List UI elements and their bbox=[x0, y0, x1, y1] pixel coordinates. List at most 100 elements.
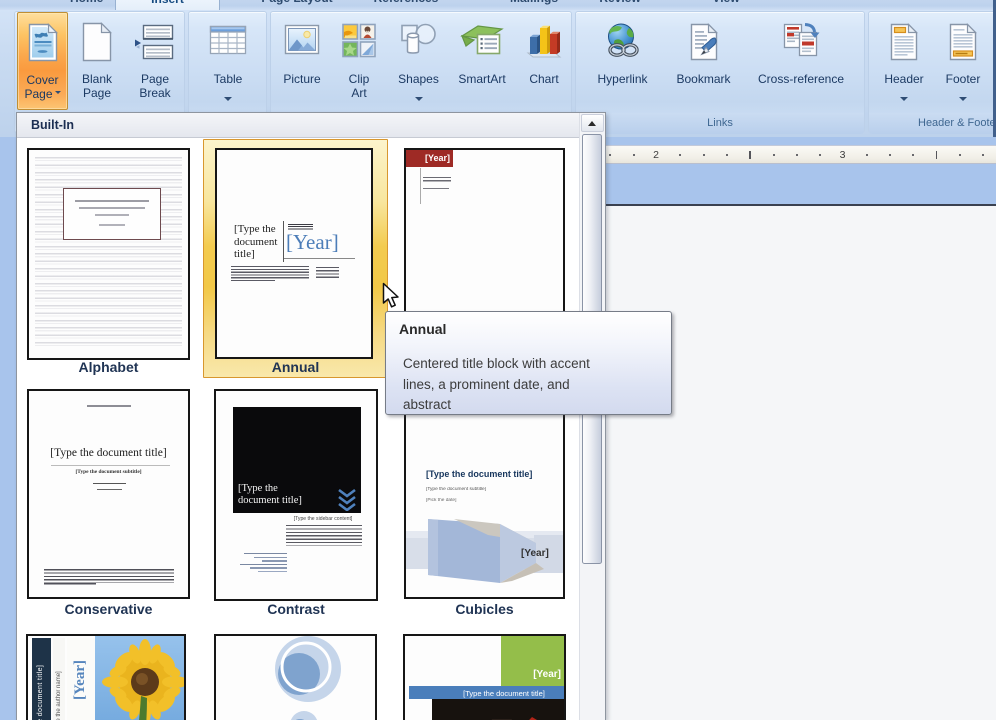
mod-circles bbox=[275, 636, 341, 720]
tab-home[interactable]: Home bbox=[57, 0, 109, 10]
mod-thumbnail bbox=[214, 634, 377, 720]
ruler-number-2: 2 bbox=[653, 148, 659, 161]
conservative-label: Conservative bbox=[64, 601, 153, 617]
cubicles-thumbnail: [Type the document title] [Type the docu… bbox=[404, 389, 565, 599]
ruler-eighth-dot bbox=[679, 154, 682, 156]
header-icon bbox=[886, 22, 922, 67]
footer-icon bbox=[945, 22, 981, 67]
clip-art-button[interactable]: Clip Art bbox=[334, 12, 384, 110]
tab-page-layout-label: Page Layout bbox=[261, 0, 332, 5]
tab-view-label: View bbox=[712, 0, 739, 5]
exposure-photo bbox=[95, 636, 184, 720]
cross-reference-button[interactable]: Cross-reference bbox=[747, 12, 855, 110]
motion-photo bbox=[432, 699, 564, 720]
ruler-eighth-dot bbox=[632, 154, 635, 156]
alphabet-label: Alphabet bbox=[78, 359, 139, 375]
contrast-chevrons bbox=[338, 488, 356, 511]
gallery-scrollbar[interactable] bbox=[579, 113, 605, 720]
table-dropdown-arrow-icon bbox=[224, 97, 232, 105]
blank-page-label: Blank Page bbox=[81, 72, 113, 100]
smartart-button[interactable]: SmartArt bbox=[451, 12, 513, 110]
page-break-button[interactable]: Page Break bbox=[126, 12, 184, 110]
bookmark-icon bbox=[685, 22, 723, 67]
tooltip-line-3: abstract bbox=[403, 397, 452, 412]
table-label: Table bbox=[213, 72, 243, 86]
scroll-up-arrow-icon bbox=[588, 121, 596, 126]
ruler-half-inch-tick bbox=[749, 151, 751, 159]
clip-art-icon bbox=[340, 22, 378, 65]
contrast-label: Contrast bbox=[267, 601, 325, 617]
ruler-eighth-dot bbox=[912, 154, 915, 156]
picture-button[interactable]: Picture bbox=[277, 12, 327, 110]
shapes-icon bbox=[399, 22, 439, 65]
ribbon-tab-strip: Home Insert Page Layout References Maili… bbox=[0, 0, 996, 10]
ruler-eighth-dot bbox=[772, 154, 775, 156]
hyperlink-label: Hyperlink bbox=[597, 72, 648, 86]
ruler-eighth-dot bbox=[609, 154, 612, 156]
ruler-number-3: 3 bbox=[839, 148, 846, 161]
cover-page-button[interactable]: Cover Page bbox=[17, 12, 68, 110]
chart-button[interactable]: Chart bbox=[518, 12, 570, 110]
ruler-eighth-dot bbox=[702, 154, 705, 156]
clip-art-label: Clip Art bbox=[348, 72, 370, 100]
picture-label: Picture bbox=[283, 72, 321, 86]
gallery-scroll-up-button[interactable] bbox=[581, 114, 604, 132]
page-break-label: Page Break bbox=[139, 72, 171, 100]
cross-reference-label: Cross-reference bbox=[757, 72, 845, 86]
ruler-eighth-dot bbox=[889, 154, 892, 156]
tab-references-label: References bbox=[374, 0, 439, 5]
table-button[interactable]: Table bbox=[196, 12, 260, 110]
blank-page-icon bbox=[80, 22, 114, 67]
ruler-half-inch-tick bbox=[935, 151, 938, 159]
tab-insert[interactable]: Insert bbox=[115, 0, 220, 10]
shapes-button[interactable]: Shapes bbox=[391, 12, 446, 110]
tab-review-label: Review bbox=[599, 0, 640, 5]
conservative-thumbnail: [Type the document title] [Type the docu… bbox=[27, 389, 190, 599]
footer-button[interactable]: Footer bbox=[936, 12, 990, 110]
footer-dropdown-arrow-icon bbox=[959, 97, 967, 105]
tab-review[interactable]: Review bbox=[584, 0, 656, 10]
ruler-eighth-dot bbox=[725, 154, 728, 156]
bookmark-button[interactable]: Bookmark bbox=[666, 12, 741, 110]
header-label: Header bbox=[884, 72, 924, 86]
table-icon bbox=[208, 22, 248, 65]
hyperlink-icon bbox=[602, 22, 644, 67]
cubicles-label: Cubicles bbox=[455, 601, 514, 617]
mouse-cursor bbox=[382, 282, 399, 308]
header-dropdown-arrow-icon bbox=[900, 97, 908, 105]
shapes-dropdown-arrow-icon bbox=[414, 97, 423, 105]
cover-page-icon bbox=[25, 23, 61, 68]
tab-mailings-label: Mailings bbox=[510, 0, 558, 5]
alphabet-thumbnail bbox=[27, 148, 190, 360]
annual-label: Annual bbox=[271, 359, 320, 375]
tab-page-layout[interactable]: Page Layout bbox=[241, 0, 353, 10]
smartart-icon bbox=[460, 22, 504, 65]
cross-reference-icon bbox=[779, 22, 823, 67]
smartart-label: SmartArt bbox=[458, 72, 506, 86]
cover-page-gallery-dropdown: Built-In Alphabet [Type the document tit… bbox=[16, 112, 606, 720]
ruler-eighth-dot bbox=[819, 154, 822, 156]
ruler-eighth-dot bbox=[865, 154, 868, 156]
annual-supertooltip: Annual Centered title block with accent … bbox=[385, 311, 672, 415]
cover-page-dropdown-arrow-icon bbox=[54, 91, 61, 97]
tab-home-label: Home bbox=[70, 0, 103, 5]
motion-thumbnail: [Year] [Type the document title] bbox=[403, 634, 566, 720]
tab-mailings[interactable]: Mailings bbox=[493, 0, 575, 10]
chart-label: Chart bbox=[529, 72, 559, 86]
hyperlink-button[interactable]: Hyperlink bbox=[585, 12, 660, 110]
tab-references[interactable]: References bbox=[356, 0, 456, 10]
ruler-eighth-dot bbox=[795, 154, 798, 156]
header-button[interactable]: Header bbox=[875, 12, 933, 110]
tooltip-line-1: Centered title block with accent bbox=[403, 356, 590, 371]
header-footer-group-caption: Header & Footer bbox=[869, 113, 996, 134]
footer-label: Footer bbox=[945, 72, 981, 86]
ruler-eighth-dot bbox=[959, 154, 962, 156]
bookmark-label: Bookmark bbox=[676, 72, 731, 86]
exposure-thumbnail: [Type the document title] [Type the auth… bbox=[26, 634, 186, 720]
blank-page-button[interactable]: Blank Page bbox=[72, 12, 122, 110]
cover-page-label: Cover Page bbox=[18, 73, 67, 101]
word-application-window: Home Insert Page Layout References Maili… bbox=[0, 0, 996, 720]
shapes-label: Shapes bbox=[398, 72, 439, 86]
tab-view[interactable]: View bbox=[691, 0, 761, 10]
tooltip-title: Annual bbox=[399, 321, 447, 337]
